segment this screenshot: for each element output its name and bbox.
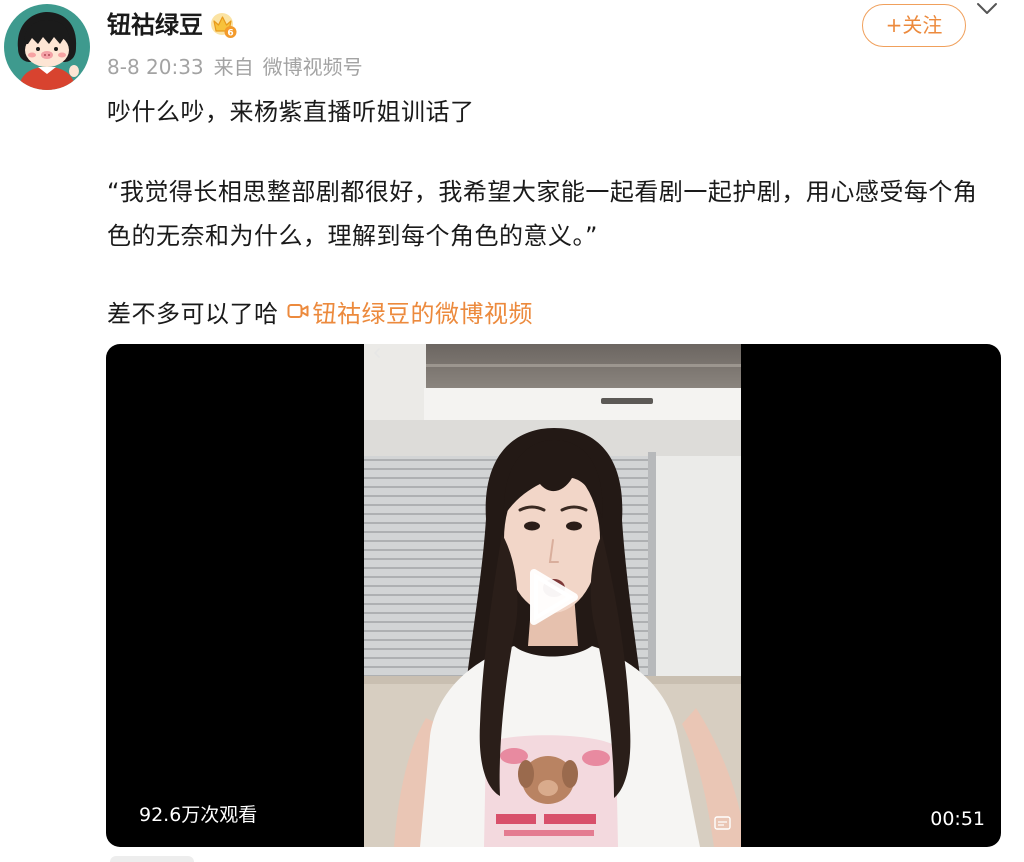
video-duration: 00:51 — [930, 808, 985, 830]
next-section-edge — [110, 856, 194, 862]
post-text: 吵什么吵，来杨紫直播听姐训话了 — [107, 98, 475, 126]
video-link-text: 钮祜绿豆的微博视频 — [312, 299, 533, 328]
post-source: 微博视频号 — [262, 55, 363, 79]
video-player[interactable]: 92.6万次观看 00:51 — [106, 344, 1001, 847]
post-time[interactable]: 8-8 20:33 — [107, 53, 204, 81]
follow-button[interactable]: +关注 — [862, 4, 966, 47]
right-eye — [566, 521, 582, 531]
source-prefix: 来自 — [213, 55, 254, 79]
video-link[interactable]: 钮祜绿豆的微博视频 — [287, 294, 534, 329]
left-eye — [524, 521, 540, 531]
closing-text: 差不多可以了哈 — [107, 299, 279, 328]
shirt-graphic — [484, 735, 618, 847]
cartoon-girl-avatar-icon — [4, 4, 90, 90]
chevron-down-icon[interactable] — [975, 1, 999, 17]
video-camera-icon — [287, 304, 308, 318]
post-meta: 8-8 20:33 来自 微博视频号 — [107, 53, 363, 81]
vip-crown-badge-icon[interactable]: 6 — [209, 11, 237, 39]
quote-line: “我觉得长相思整部剧都很好，我希望大家能一起看剧一起护剧，用心感受每个角 — [107, 178, 978, 206]
avatar[interactable] — [4, 4, 90, 90]
cabinet-handle — [601, 398, 653, 404]
view-count: 92.6万次观看 — [139, 804, 258, 826]
username[interactable]: 钮祜绿豆 — [107, 8, 203, 42]
vip-level: 6 — [227, 29, 233, 39]
video-frame — [364, 344, 741, 847]
closing-line: 差不多可以了哈 钮祜绿豆的微博视频 — [107, 289, 533, 333]
quote-line: 色的无奈和为什么，理解到每个角色的意义。” — [107, 222, 598, 250]
